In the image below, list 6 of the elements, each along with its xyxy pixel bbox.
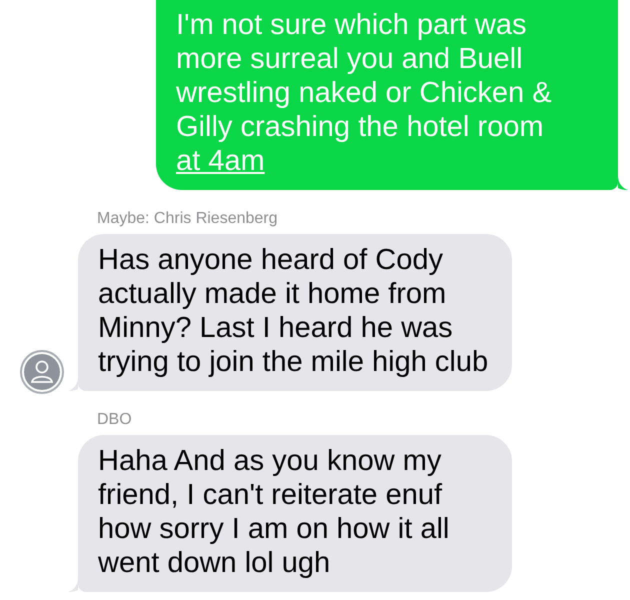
message-text: Haha And as you know my friend, I can't reiterate enuf how sorry I am on how it all went down lol ugh [98, 445, 450, 579]
message-text: I'm not sure which part was more surreal you and Buell wrestling naked or Chicken & Gilly crashing the hotel room at 4am [176, 9, 552, 177]
time-link[interactable]: at 4am [176, 145, 265, 177]
sender-name: DBO [97, 411, 133, 429]
sender-name: Maybe: Chris Riesenberg [97, 210, 279, 228]
message-text: Has anyone heard of Cody actually made it home from Minny? Last I heard he was trying to join the mile high club [98, 244, 488, 378]
